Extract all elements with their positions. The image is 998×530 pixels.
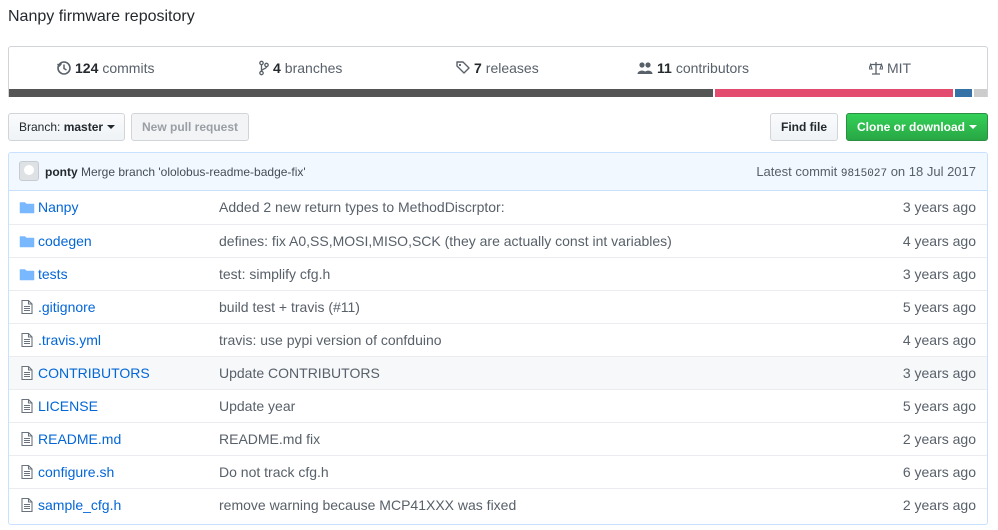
file-name-link[interactable]: codegen xyxy=(38,233,92,249)
tag-icon xyxy=(456,61,470,74)
file-name-link[interactable]: configure.sh xyxy=(38,464,114,480)
file-commit-message[interactable]: defines: fix A0,SS,MOSI,MISO,SCK (they a… xyxy=(219,233,672,249)
file-name-link[interactable]: tests xyxy=(38,266,68,282)
file-commit-message[interactable]: Update year xyxy=(219,398,295,414)
language-segment[interactable] xyxy=(713,89,953,97)
commits-link[interactable]: 124 commits xyxy=(57,59,154,77)
caret-down-icon xyxy=(969,125,977,129)
file-commit-message[interactable]: build test + travis (#11) xyxy=(219,299,360,315)
file-name-link[interactable]: sample_cfg.h xyxy=(38,497,121,513)
branch-name: master xyxy=(63,120,104,134)
file-commit-message[interactable]: remove warning because MCP41XXX was fixe… xyxy=(219,497,516,513)
file-commit-message[interactable]: test: simplify cfg.h xyxy=(219,266,330,282)
latest-commit-prefix: Latest commit xyxy=(756,164,838,179)
commit-message[interactable]: Merge branch 'ololobus-readme-badge-fix' xyxy=(81,165,306,179)
file-age: 3 years ago xyxy=(902,199,976,215)
file-icon xyxy=(19,332,35,348)
branch-select-button[interactable]: Branch: master xyxy=(8,113,125,141)
caret-down-icon xyxy=(107,125,116,129)
license-label: MIT xyxy=(887,60,912,76)
avatar[interactable] xyxy=(19,161,39,181)
file-table: ponty Merge branch 'ololobus-readme-badg… xyxy=(8,152,988,525)
contributors-link[interactable]: 11 contributors xyxy=(637,59,749,77)
table-row[interactable]: README.md README.md fix 2 years ago xyxy=(9,422,987,455)
branch-prefix: Branch: xyxy=(19,120,61,134)
file-commit-message[interactable]: Update CONTRIBUTORS xyxy=(219,365,380,381)
releases-count: 7 xyxy=(474,60,482,76)
file-name-link[interactable]: .travis.yml xyxy=(38,332,101,348)
table-row[interactable]: configure.sh Do not track cfg.h 6 years ag… xyxy=(9,455,987,488)
file-age: 4 years ago xyxy=(902,233,976,249)
new-pull-request-button[interactable]: New pull request xyxy=(131,113,249,141)
license-link[interactable]: MIT xyxy=(869,59,911,77)
find-file-button[interactable]: Find file xyxy=(770,113,838,141)
branches-label: branches xyxy=(284,60,343,76)
file-age: 4 years ago xyxy=(902,332,976,348)
history-icon xyxy=(57,61,71,75)
file-commit-message[interactable]: Added 2 new return types to MethodDiscrp… xyxy=(219,199,505,215)
commits-label: commits xyxy=(102,60,155,76)
file-commit-message[interactable]: travis: use pypi version of confduino xyxy=(219,332,442,348)
table-row[interactable]: .gitignore build test + travis (#11) 5 yea… xyxy=(9,290,987,323)
language-bar[interactable] xyxy=(9,89,987,97)
latest-commit-info: Latest commit 9815027 on 18 Jul 2017 xyxy=(756,164,976,180)
commit-author[interactable]: ponty xyxy=(45,165,78,179)
file-name-link[interactable]: Nanpy xyxy=(38,199,78,215)
table-row[interactable]: LICENSE Update year 5 years ago xyxy=(9,389,987,422)
file-age: 3 years ago xyxy=(902,266,976,282)
people-icon xyxy=(637,62,653,74)
contributors-count: 11 xyxy=(657,60,672,76)
clone-download-button[interactable]: Clone or download xyxy=(846,113,988,141)
table-row[interactable]: tests test: simplify cfg.h 3 years ago xyxy=(9,257,987,290)
file-commit-message[interactable]: Do not track cfg.h xyxy=(219,464,329,480)
contributors-label: contributors xyxy=(675,60,749,76)
file-name-link[interactable]: .gitignore xyxy=(38,299,96,315)
file-age: 5 years ago xyxy=(902,398,976,414)
latest-commit-bar: ponty Merge branch 'ololobus-readme-badg… xyxy=(9,153,987,191)
releases-label: releases xyxy=(485,60,539,76)
releases-link[interactable]: 7 releases xyxy=(456,59,539,77)
table-row[interactable]: sample_cfg.h remove warning because MCP41… xyxy=(9,488,987,521)
file-icon xyxy=(19,497,35,513)
folder-icon xyxy=(19,266,35,282)
repo-summary: 124 commits 4 branches 7 releases 11 con… xyxy=(8,46,988,97)
commit-date: on 18 Jul 2017 xyxy=(890,164,976,179)
file-age: 2 years ago xyxy=(902,497,976,513)
language-segment[interactable] xyxy=(9,89,714,97)
commit-sha[interactable]: 9815027 xyxy=(841,168,887,180)
file-age: 5 years ago xyxy=(902,299,976,315)
table-row[interactable]: CONTRIBUTORS Update CONTRIBUTORS 3 years a… xyxy=(9,356,987,389)
repo-description: Nanpy firmware repository xyxy=(8,8,195,25)
table-row[interactable]: codegen defines: fix A0,SS,MOSI,MISO,SCK … xyxy=(9,224,987,257)
table-row[interactable]: .travis.yml travis: use pypi version of c… xyxy=(9,323,987,356)
commits-count: 124 xyxy=(75,60,99,76)
file-age: 3 years ago xyxy=(902,365,976,381)
folder-icon xyxy=(19,199,35,215)
file-icon xyxy=(19,365,35,381)
file-name-link[interactable]: CONTRIBUTORS xyxy=(38,365,150,381)
file-icon xyxy=(19,299,35,315)
branches-count: 4 xyxy=(273,60,281,76)
table-row[interactable]: Nanpy Added 2 new return types to MethodD… xyxy=(9,191,987,224)
law-icon xyxy=(869,62,883,75)
file-name-link[interactable]: README.md xyxy=(38,431,121,447)
file-icon xyxy=(19,398,35,414)
file-age: 6 years ago xyxy=(902,464,976,480)
file-list: Nanpy Added 2 new return types to MethodD… xyxy=(9,191,987,521)
find-file-label: Find file xyxy=(781,120,827,134)
branch-icon xyxy=(259,60,269,76)
language-segment[interactable] xyxy=(972,89,987,97)
file-commit-message[interactable]: README.md fix xyxy=(219,431,320,447)
file-icon xyxy=(19,431,35,447)
file-age: 2 years ago xyxy=(902,431,976,447)
clone-download-label: Clone or download xyxy=(857,120,965,134)
language-segment[interactable] xyxy=(952,89,973,97)
folder-icon xyxy=(19,233,35,249)
file-name-link[interactable]: LICENSE xyxy=(38,398,98,414)
branches-link[interactable]: 4 branches xyxy=(259,59,342,77)
file-icon xyxy=(19,464,35,480)
new-pull-request-label: New pull request xyxy=(142,120,239,134)
